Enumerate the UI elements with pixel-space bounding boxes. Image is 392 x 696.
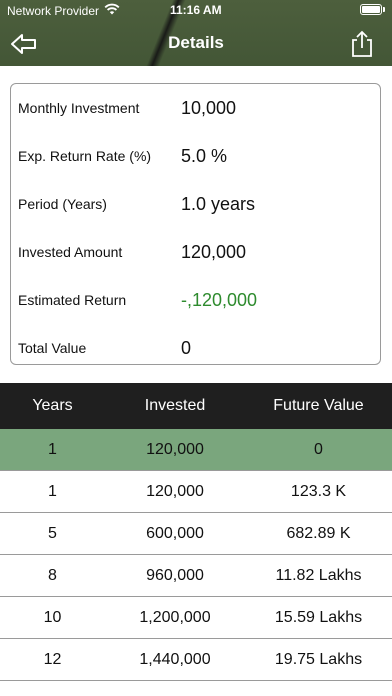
cell-years: 12 (43, 650, 62, 668)
cell-invested: 960,000 (146, 566, 204, 584)
cell-years: 1 (48, 482, 57, 500)
cell-invested: 120,000 (146, 482, 204, 500)
summary-value: 5.0 % (181, 145, 228, 166)
status-bar: Network Provider 11:16 AM (0, 3, 392, 19)
summary-value: -,120,000 (181, 289, 258, 310)
table-row[interactable]: 1 120,000 0 (0, 429, 392, 471)
cell-years: 10 (43, 608, 62, 626)
cell-future-value: 11.82 Lakhs (275, 566, 362, 584)
summary-label: Period (Years) (18, 196, 107, 212)
summary-label: Monthly Investment (18, 100, 140, 116)
summary-card: Monthly Investment 10,000 Exp. Return Ra… (10, 83, 381, 365)
table-header: Years Invested Future Value (0, 383, 392, 429)
cell-future-value: 123.3 K (290, 482, 347, 500)
cell-years: 1 (48, 440, 57, 458)
summary-row-total-value: Total Value 0 (18, 336, 191, 360)
summary-row-invested-amount: Invested Amount 120,000 (18, 240, 246, 264)
wifi-icon (104, 3, 120, 18)
nav-header: Network Provider 11:16 AM Details (0, 0, 392, 66)
cell-invested: 1,200,000 (139, 608, 211, 626)
table-row[interactable]: 5 600,000 682.89 K (0, 513, 392, 555)
cell-future-value: 0 (314, 440, 323, 458)
summary-row-estimated-return: Estimated Return -,120,000 (18, 288, 257, 312)
summary-row-period: Period (Years) 1.0 years (18, 192, 255, 216)
cell-years: 8 (48, 566, 57, 584)
projection-table: Years Invested Future Value 1 120,000 0 … (0, 383, 392, 681)
column-header-future-value: Future Value (273, 397, 364, 414)
cell-years: 5 (48, 524, 57, 542)
cell-future-value: 19.75 Lakhs (274, 650, 363, 668)
table-row[interactable]: 10 1,200,000 15.59 Lakhs (0, 597, 392, 639)
column-header-invested: Invested (144, 397, 206, 414)
summary-value: 10,000 (181, 97, 237, 118)
cell-future-value: 15.59 Lakhs (274, 608, 363, 626)
cell-invested: 1,440,000 (139, 650, 211, 668)
summary-label: Estimated Return (18, 292, 127, 308)
page-title: Details (168, 33, 224, 52)
table-row[interactable]: 8 960,000 11.82 Lakhs (0, 555, 392, 597)
summary-row-return-rate: Exp. Return Rate (%) 5.0 % (18, 144, 227, 168)
status-time: 11:16 AM (170, 3, 222, 17)
cell-invested: 600,000 (146, 524, 204, 542)
summary-label: Exp. Return Rate (%) (18, 148, 152, 164)
carrier: Network Provider (7, 3, 120, 18)
share-icon (352, 30, 372, 57)
table-row[interactable]: 12 1,440,000 19.75 Lakhs (0, 639, 392, 681)
summary-value: 120,000 (181, 241, 247, 262)
summary-value: 1.0 years (181, 193, 256, 214)
share-button[interactable] (350, 30, 374, 58)
cell-invested: 120,000 (146, 440, 204, 458)
cell-future-value: 682.89 K (286, 524, 351, 542)
summary-label: Invested Amount (18, 244, 123, 260)
carrier-label: Network Provider (7, 3, 100, 18)
table-row[interactable]: 1 120,000 123.3 K (0, 471, 392, 513)
summary-label: Total Value (18, 340, 87, 356)
summary-row-monthly-investment: Monthly Investment 10,000 (18, 96, 236, 120)
column-header-years: Years (32, 397, 73, 414)
summary-value: 0 (181, 337, 192, 358)
battery-icon (360, 4, 385, 15)
